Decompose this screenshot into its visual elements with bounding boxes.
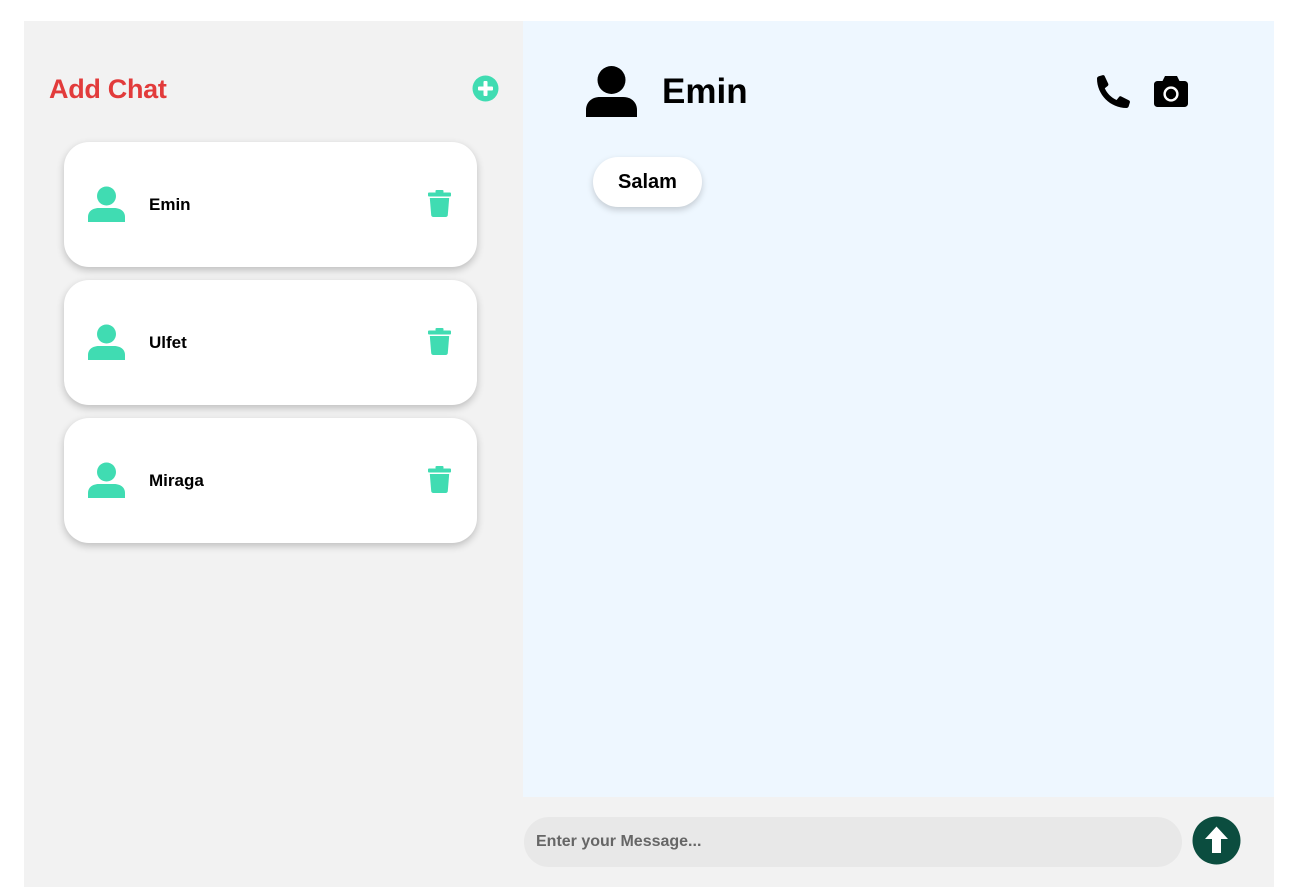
chat-item-ulfet[interactable]: Ulfet: [64, 280, 477, 405]
send-button[interactable]: [1192, 816, 1241, 865]
delete-chat-button[interactable]: [428, 466, 451, 493]
camera-button[interactable]: [1154, 76, 1188, 107]
phone-icon: [1097, 75, 1130, 108]
conversation-panel: Emin Salam: [523, 21, 1274, 797]
user-icon: [88, 324, 125, 360]
message-composer: [523, 797, 1274, 887]
trash-icon: [428, 190, 451, 217]
chat-list: Emin Ulfet Miraga: [64, 142, 477, 556]
conversation-header: Emin: [586, 66, 1206, 121]
message-bubble: Salam: [593, 157, 702, 207]
call-button[interactable]: [1097, 75, 1130, 108]
add-chat-button[interactable]: [472, 75, 499, 102]
delete-chat-button[interactable]: [428, 328, 451, 355]
delete-chat-button[interactable]: [428, 190, 451, 217]
chat-name: Ulfet: [149, 333, 187, 352]
chat-name: Emin: [149, 195, 191, 214]
chat-item-emin[interactable]: Emin: [64, 142, 477, 267]
camera-icon: [1154, 76, 1188, 107]
chat-app: Add Chat Emin Ulfet Miraga Emin Salam En…: [24, 21, 1274, 887]
arrow-up-circle-icon: [1192, 816, 1241, 865]
trash-icon: [428, 466, 451, 493]
sidebar-header: Add Chat: [49, 70, 501, 108]
sidebar: Add Chat Emin Ulfet Miraga: [24, 21, 523, 887]
plus-circle-icon: [472, 75, 499, 102]
message-input[interactable]: [524, 817, 1182, 867]
message-list: Salam: [593, 157, 1193, 207]
chat-item-miraga[interactable]: Miraga: [64, 418, 477, 543]
chat-name: Miraga: [149, 471, 204, 490]
user-icon: [88, 462, 125, 498]
trash-icon: [428, 328, 451, 355]
add-chat-title: Add Chat: [49, 74, 167, 104]
user-icon: [88, 186, 125, 222]
user-icon: [586, 66, 637, 117]
contact-name: Emin: [662, 72, 748, 111]
